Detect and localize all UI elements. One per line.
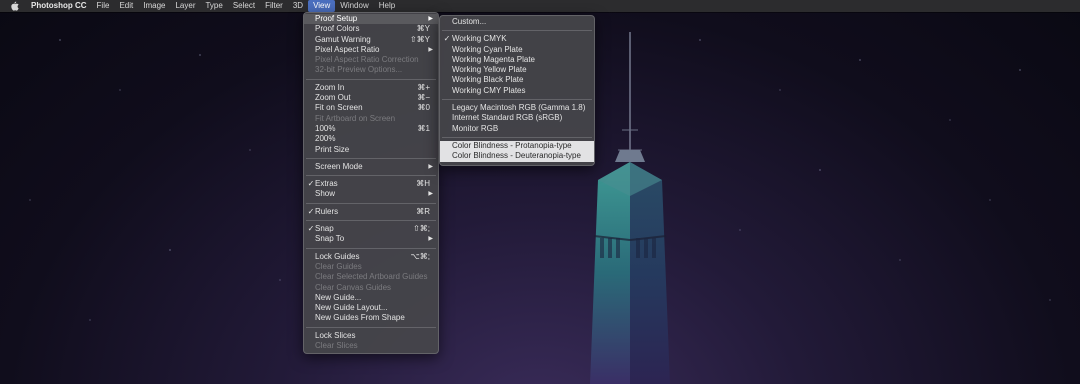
menubar-image[interactable]: Image <box>138 0 170 12</box>
menu-bar: Photoshop CC File Edit Image Layer Type … <box>0 0 1080 12</box>
menu-item-clear-guides: Clear Guides <box>315 261 362 271</box>
submenu-item-working-cyan[interactable]: Working Cyan Plate <box>440 45 594 55</box>
menu-item-extras[interactable]: ✓ Extras ⌘H <box>304 179 438 189</box>
menu-separator <box>306 78 436 80</box>
menu-item-pixel-aspect-ratio-correction: Pixel Aspect Ratio Correction <box>315 55 419 65</box>
menubar-window[interactable]: Window <box>335 0 373 12</box>
menu-separator <box>306 202 436 204</box>
submenu-item-working-cmy[interactable]: Working CMY Plates <box>440 86 594 96</box>
menu-item-zoom-100[interactable]: 100% ⌘1 <box>304 124 438 134</box>
shortcut: ⇧⌘Y <box>409 34 430 44</box>
shortcut: ⌘0 <box>417 103 430 113</box>
menu-item-fit-artboard: Fit Artboard on Screen <box>315 113 396 123</box>
submenu-item-legacy-mac-rgb[interactable]: Legacy Macintosh RGB (Gamma 1.8) <box>440 103 594 113</box>
submenu-item-monitor-rgb[interactable]: Monitor RGB <box>440 124 594 134</box>
submenu-item-working-black[interactable]: Working Black Plate <box>440 75 594 85</box>
shortcut: ⇧⌘; <box>413 224 430 234</box>
menu-item-new-guides-from-shape[interactable]: New Guides From Shape <box>304 313 438 323</box>
menu-item-print-size[interactable]: Print Size <box>304 145 438 155</box>
submenu-arrow-icon: ▶ <box>428 191 433 198</box>
menu-item-32bit-preview-options: 32-bit Preview Options... <box>315 65 403 75</box>
submenu-item-internet-srgb[interactable]: Internet Standard RGB (sRGB) <box>440 113 594 123</box>
menu-separator <box>306 175 436 177</box>
menubar-photoshop[interactable]: Photoshop CC <box>26 0 92 12</box>
menubar-file[interactable]: File <box>92 0 115 12</box>
menubar-select[interactable]: Select <box>228 0 260 12</box>
submenu-item-working-magenta[interactable]: Working Magenta Plate <box>440 55 594 65</box>
shortcut: ⌘H <box>416 179 430 189</box>
submenu-item-working-yellow[interactable]: Working Yellow Plate <box>440 65 594 75</box>
check-icon: ✓ <box>443 34 451 44</box>
menu-item-clear-slices: Clear Slices <box>315 341 358 351</box>
submenu-arrow-icon: ▶ <box>428 236 433 243</box>
menu-item-proof-colors[interactable]: Proof Colors ⌘Y <box>304 24 438 34</box>
check-icon: ✓ <box>307 179 315 189</box>
shortcut: ⌘Y <box>416 24 430 34</box>
shortcut: ⌘1 <box>417 123 430 133</box>
submenu-arrow-icon: ▶ <box>428 163 433 170</box>
check-icon: ✓ <box>307 206 315 216</box>
menu-item-zoom-out[interactable]: Zoom Out ⌘− <box>304 93 438 103</box>
shortcut: ⌘R <box>416 206 430 216</box>
menubar-view[interactable]: View <box>308 0 336 12</box>
menubar-3d[interactable]: 3D <box>288 0 308 12</box>
menubar-filter[interactable]: Filter <box>260 0 288 12</box>
menu-item-pixel-aspect-ratio[interactable]: Pixel Aspect Ratio ▶ <box>304 45 438 55</box>
shortcut: ⌥⌘; <box>410 251 430 261</box>
menubar-help[interactable]: Help <box>374 0 400 12</box>
menu-item-fit-on-screen[interactable]: Fit on Screen ⌘0 <box>304 103 438 113</box>
check-icon: ✓ <box>307 224 315 234</box>
menu-item-proof-setup[interactable]: Proof Setup ▶ <box>304 14 438 25</box>
menu-item-new-guide[interactable]: New Guide... <box>304 293 438 303</box>
menu-item-lock-slices[interactable]: Lock Slices <box>304 331 438 341</box>
menu-item-gamut-warning[interactable]: Gamut Warning ⇧⌘Y <box>304 35 438 45</box>
menu-separator <box>442 136 592 138</box>
menu-separator <box>306 326 436 328</box>
menu-item-new-guide-layout[interactable]: New Guide Layout... <box>304 303 438 313</box>
menu-item-zoom-in[interactable]: Zoom In ⌘+ <box>304 83 438 93</box>
menu-item-show[interactable]: Show ▶ <box>304 189 438 199</box>
menubar-type[interactable]: Type <box>200 0 227 12</box>
menu-item-snap[interactable]: ✓ Snap ⇧⌘; <box>304 224 438 234</box>
submenu-arrow-icon: ▶ <box>428 46 433 53</box>
menu-separator <box>306 220 436 222</box>
menubar-layer[interactable]: Layer <box>170 0 200 12</box>
menu-separator <box>442 99 592 101</box>
menubar-edit[interactable]: Edit <box>114 0 138 12</box>
proof-setup-submenu: Custom... ✓ Working CMYK Working Cyan Pla… <box>439 15 595 166</box>
shortcut: ⌘+ <box>417 82 430 92</box>
submenu-item-deuteranopia[interactable]: Color Blindness - Deuteranopia-type <box>440 151 594 162</box>
shortcut: ⌘− <box>417 93 430 103</box>
menu-separator <box>306 247 436 249</box>
submenu-item-custom[interactable]: Custom... <box>440 17 594 27</box>
view-menu: Proof Setup ▶ Proof Colors ⌘Y Gamut Warnin… <box>303 12 439 355</box>
submenu-arrow-icon: ▶ <box>428 16 433 22</box>
submenu-item-working-cmyk[interactable]: ✓ Working CMYK <box>440 34 594 44</box>
menu-item-clear-canvas-guides: Clear Canvas Guides <box>315 282 392 292</box>
menu-item-rulers[interactable]: ✓ Rulers ⌘R <box>304 207 438 217</box>
menu-separator <box>306 157 436 159</box>
menu-item-lock-guides[interactable]: Lock Guides ⌥⌘; <box>304 252 438 262</box>
menu-separator <box>442 30 592 32</box>
menu-item-zoom-200[interactable]: 200% <box>304 134 438 144</box>
apple-icon[interactable] <box>10 1 20 11</box>
menu-item-snap-to[interactable]: Snap To ▶ <box>304 234 438 244</box>
submenu-item-protanopia[interactable]: Color Blindness - Protanopia-type <box>440 140 594 152</box>
menu-item-screen-mode[interactable]: Screen Mode ▶ <box>304 162 438 172</box>
menu-item-clear-artboard-guides: Clear Selected Artboard Guides <box>315 272 428 282</box>
